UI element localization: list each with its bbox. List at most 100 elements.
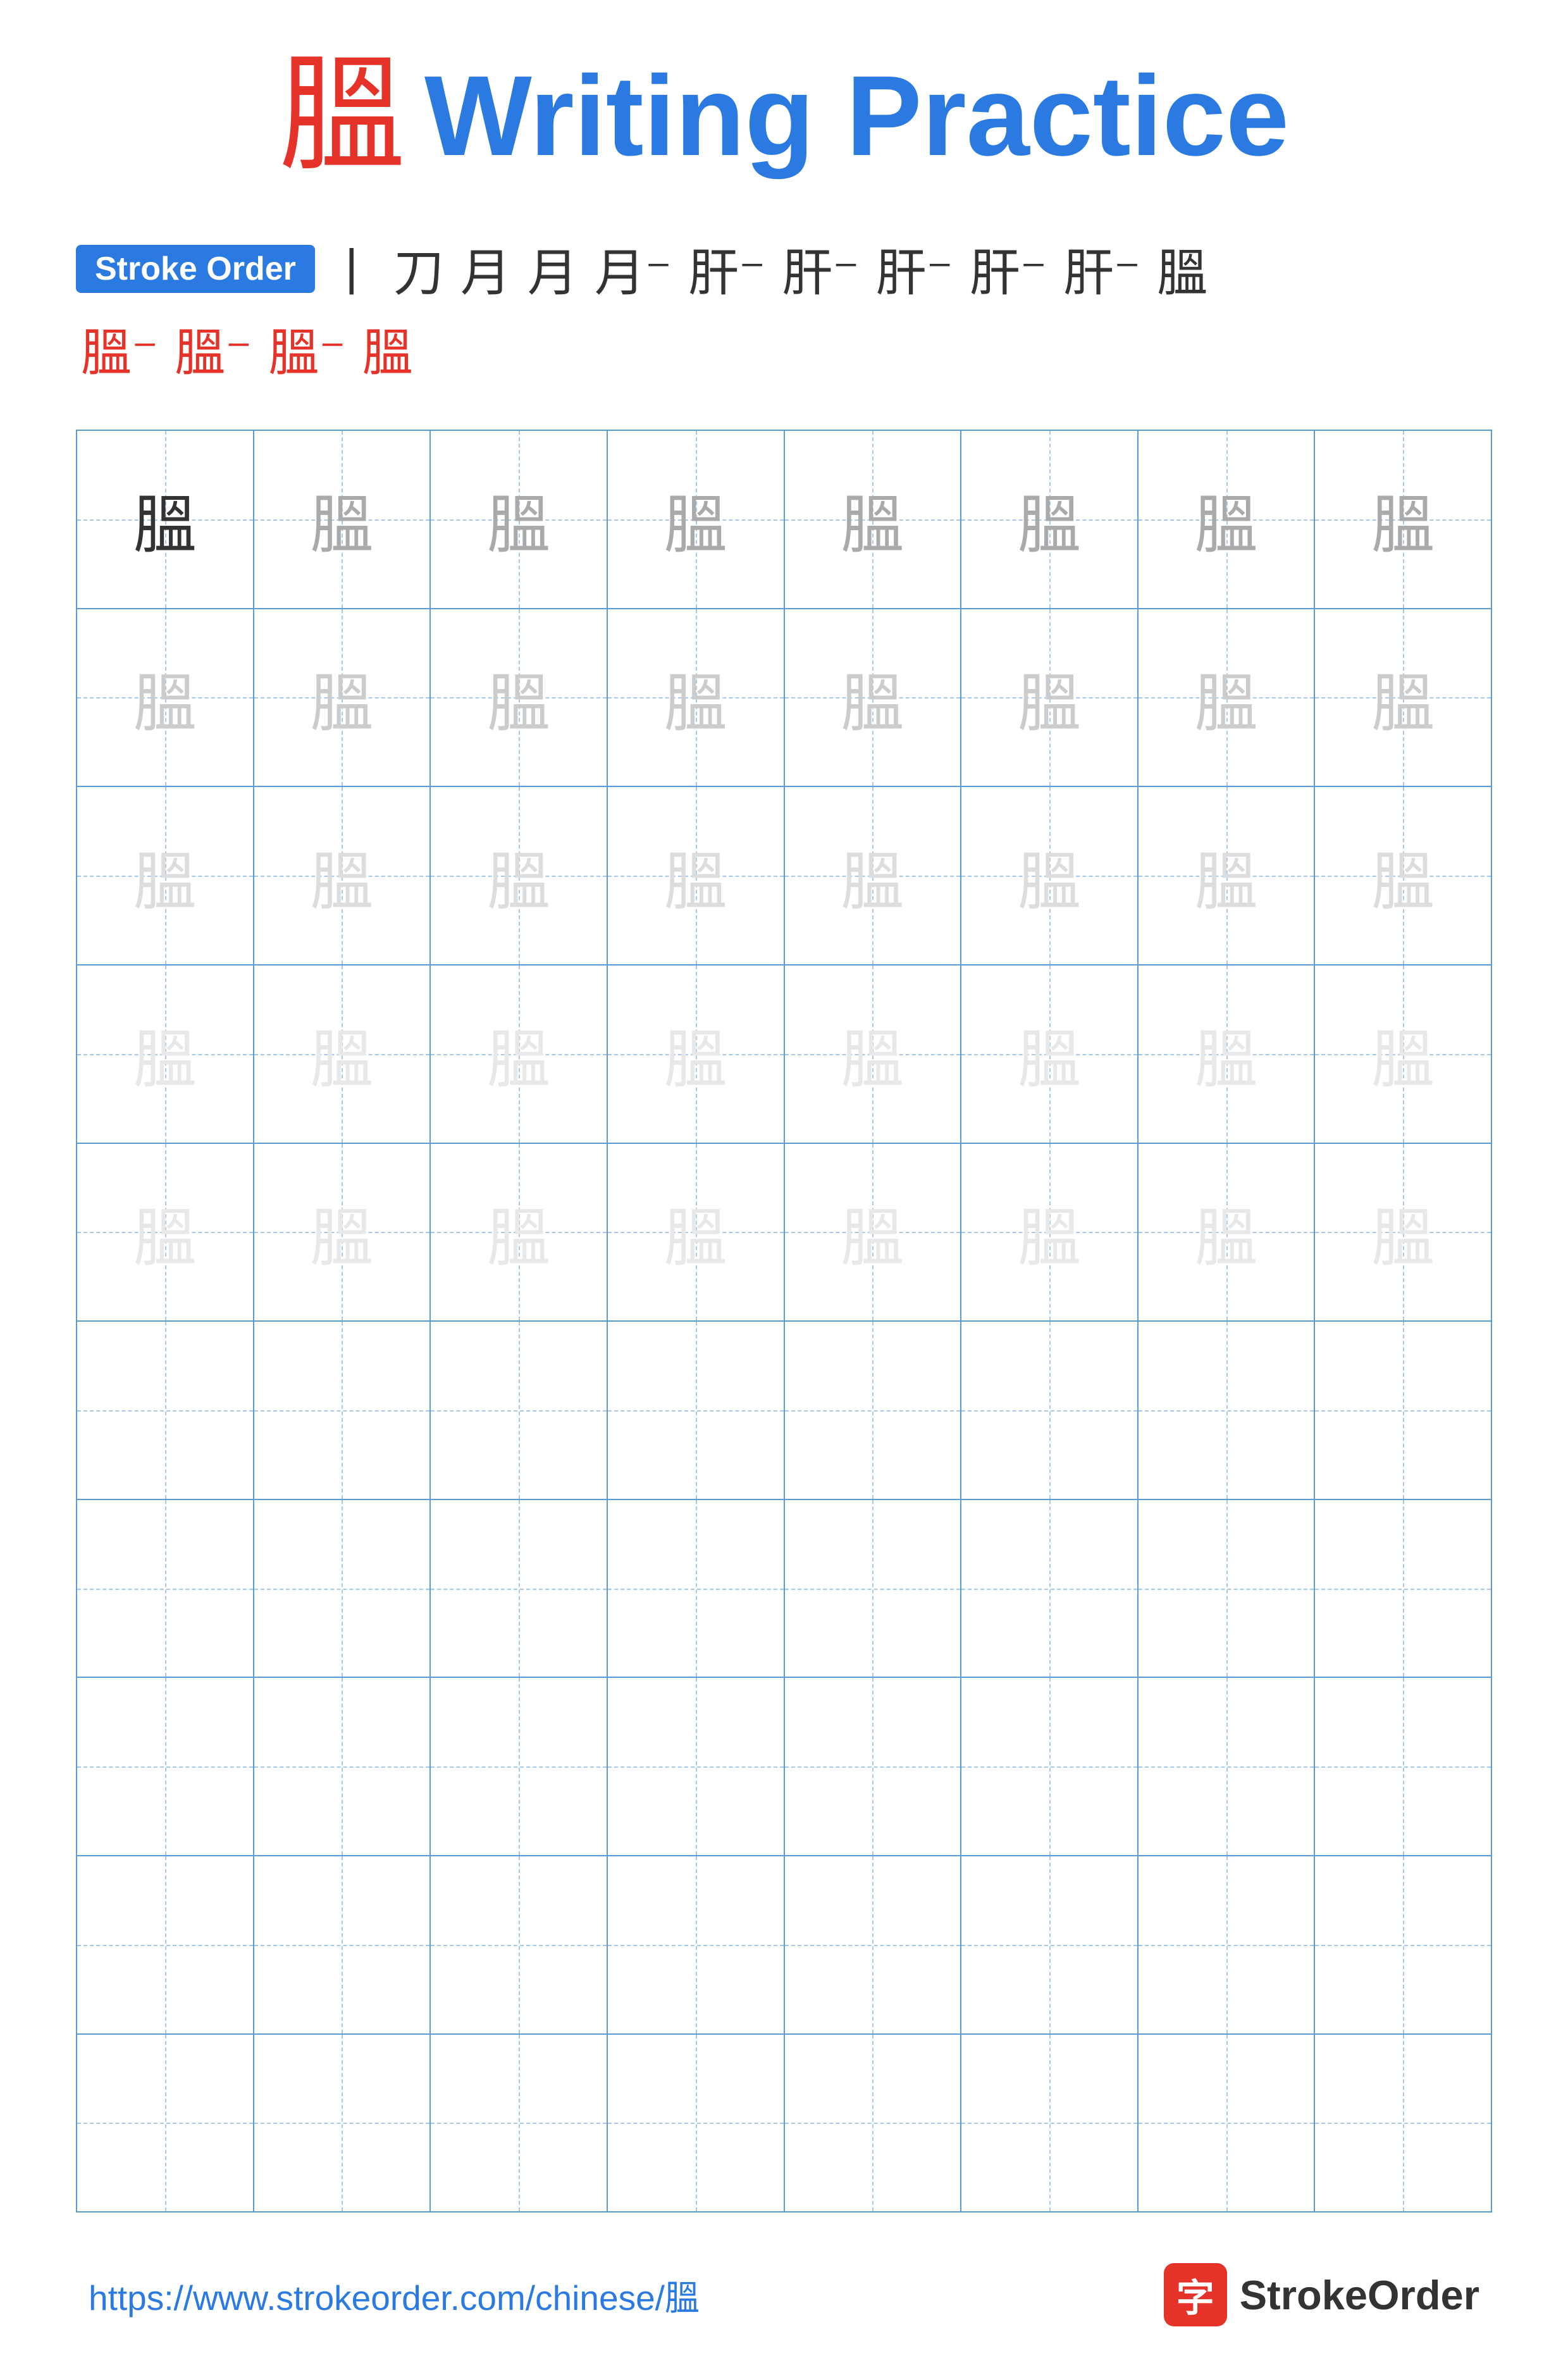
cell-1-7[interactable]: 膃: [1139, 431, 1316, 608]
cell-9-7[interactable]: [1139, 1856, 1316, 2033]
cell-7-2[interactable]: [254, 1500, 431, 1677]
cell-3-5[interactable]: 膃: [785, 787, 962, 964]
cell-3-1[interactable]: 膃: [77, 787, 254, 964]
cell-5-6[interactable]: 膃: [961, 1144, 1139, 1321]
cell-10-7[interactable]: [1139, 2035, 1316, 2212]
cell-6-6[interactable]: [961, 1322, 1139, 1499]
cell-3-3[interactable]: 膃: [431, 787, 608, 964]
cell-4-7[interactable]: 膃: [1139, 965, 1316, 1143]
cell-10-1[interactable]: [77, 2035, 254, 2212]
stroke-8: 肝⁻: [876, 232, 953, 306]
cell-5-1[interactable]: 膃: [77, 1144, 254, 1321]
cell-1-8[interactable]: 膃: [1315, 431, 1492, 608]
cell-7-1[interactable]: [77, 1500, 254, 1677]
cell-10-2[interactable]: [254, 2035, 431, 2212]
grid-row-9: [77, 1856, 1492, 2035]
stroke-1: 丨: [326, 232, 377, 306]
cell-6-4[interactable]: [608, 1322, 785, 1499]
cell-2-7[interactable]: 膃: [1139, 609, 1316, 786]
cell-4-5[interactable]: 膃: [785, 965, 962, 1143]
cell-1-4[interactable]: 膃: [608, 431, 785, 608]
cell-4-8[interactable]: 膃: [1315, 965, 1492, 1143]
cell-2-2[interactable]: 膃: [254, 609, 431, 786]
cell-2-8[interactable]: 膃: [1315, 609, 1492, 786]
cell-2-3[interactable]: 膃: [431, 609, 608, 786]
cell-3-6[interactable]: 膃: [961, 787, 1139, 964]
cell-8-1[interactable]: [77, 1678, 254, 1855]
char-1-1: 膃: [133, 473, 197, 565]
char-4-1: 膃: [133, 1008, 197, 1100]
cell-5-7[interactable]: 膃: [1139, 1144, 1316, 1321]
cell-2-5[interactable]: 膃: [785, 609, 962, 786]
cell-9-6[interactable]: [961, 1856, 1139, 2033]
cell-10-4[interactable]: [608, 2035, 785, 2212]
cell-2-6[interactable]: 膃: [961, 609, 1139, 786]
cell-9-5[interactable]: [785, 1856, 962, 2033]
stroke-6: 肝⁻: [688, 232, 765, 306]
char-1-3: 膃: [487, 473, 550, 565]
cell-3-4[interactable]: 膃: [608, 787, 785, 964]
cell-10-5[interactable]: [785, 2035, 962, 2212]
cell-10-6[interactable]: [961, 2035, 1139, 2212]
cell-3-8[interactable]: 膃: [1315, 787, 1492, 964]
cell-7-3[interactable]: [431, 1500, 608, 1677]
char-2-1: 膃: [133, 652, 197, 743]
cell-7-4[interactable]: [608, 1500, 785, 1677]
stroke-order-badge: Stroke Order: [76, 245, 315, 293]
cell-8-6[interactable]: [961, 1678, 1139, 1855]
cell-4-2[interactable]: 膃: [254, 965, 431, 1143]
cell-1-6[interactable]: 膃: [961, 431, 1139, 608]
char-2-2: 膃: [310, 652, 373, 743]
cell-2-1[interactable]: 膃: [77, 609, 254, 786]
cell-7-6[interactable]: [961, 1500, 1139, 1677]
cell-5-2[interactable]: 膃: [254, 1144, 431, 1321]
cell-6-3[interactable]: [431, 1322, 608, 1499]
cell-6-2[interactable]: [254, 1322, 431, 1499]
char-5-2: 膃: [310, 1186, 373, 1278]
cell-5-5[interactable]: 膃: [785, 1144, 962, 1321]
title-text: Writing Practice: [424, 51, 1289, 182]
char-5-6: 膃: [1018, 1186, 1081, 1278]
cell-6-7[interactable]: [1139, 1322, 1316, 1499]
cell-2-4[interactable]: 膃: [608, 609, 785, 786]
cell-10-3[interactable]: [431, 2035, 608, 2212]
char-3-5: 膃: [841, 830, 904, 922]
cell-6-8[interactable]: [1315, 1322, 1492, 1499]
cell-9-8[interactable]: [1315, 1856, 1492, 2033]
cell-1-5[interactable]: 膃: [785, 431, 962, 608]
cell-4-4[interactable]: 膃: [608, 965, 785, 1143]
cell-8-8[interactable]: [1315, 1678, 1492, 1855]
cell-8-2[interactable]: [254, 1678, 431, 1855]
cell-9-3[interactable]: [431, 1856, 608, 2033]
cell-8-4[interactable]: [608, 1678, 785, 1855]
cell-8-7[interactable]: [1139, 1678, 1316, 1855]
cell-4-3[interactable]: 膃: [431, 965, 608, 1143]
grid-row-7: [77, 1500, 1492, 1679]
cell-4-6[interactable]: 膃: [961, 965, 1139, 1143]
stroke-9: 肝⁻: [970, 232, 1047, 306]
logo-text: StrokeOrder: [1240, 2271, 1479, 2319]
cell-5-8[interactable]: 膃: [1315, 1144, 1492, 1321]
cell-9-2[interactable]: [254, 1856, 431, 2033]
cell-5-3[interactable]: 膃: [431, 1144, 608, 1321]
cell-6-5[interactable]: [785, 1322, 962, 1499]
cell-1-1[interactable]: 膃: [77, 431, 254, 608]
char-4-5: 膃: [841, 1008, 904, 1100]
cell-5-4[interactable]: 膃: [608, 1144, 785, 1321]
cell-9-4[interactable]: [608, 1856, 785, 2033]
cell-8-5[interactable]: [785, 1678, 962, 1855]
cell-1-3[interactable]: 膃: [431, 431, 608, 608]
stroke-11: 膃: [1157, 232, 1207, 306]
cell-7-7[interactable]: [1139, 1500, 1316, 1677]
cell-4-1[interactable]: 膃: [77, 965, 254, 1143]
cell-8-3[interactable]: [431, 1678, 608, 1855]
cell-1-2[interactable]: 膃: [254, 431, 431, 608]
cell-10-8[interactable]: [1315, 2035, 1492, 2212]
cell-7-8[interactable]: [1315, 1500, 1492, 1677]
cell-9-1[interactable]: [77, 1856, 254, 2033]
cell-3-2[interactable]: 膃: [254, 787, 431, 964]
cell-3-7[interactable]: 膃: [1139, 787, 1316, 964]
cell-7-5[interactable]: [785, 1500, 962, 1677]
stroke-15: 膃: [362, 312, 413, 385]
cell-6-1[interactable]: [77, 1322, 254, 1499]
